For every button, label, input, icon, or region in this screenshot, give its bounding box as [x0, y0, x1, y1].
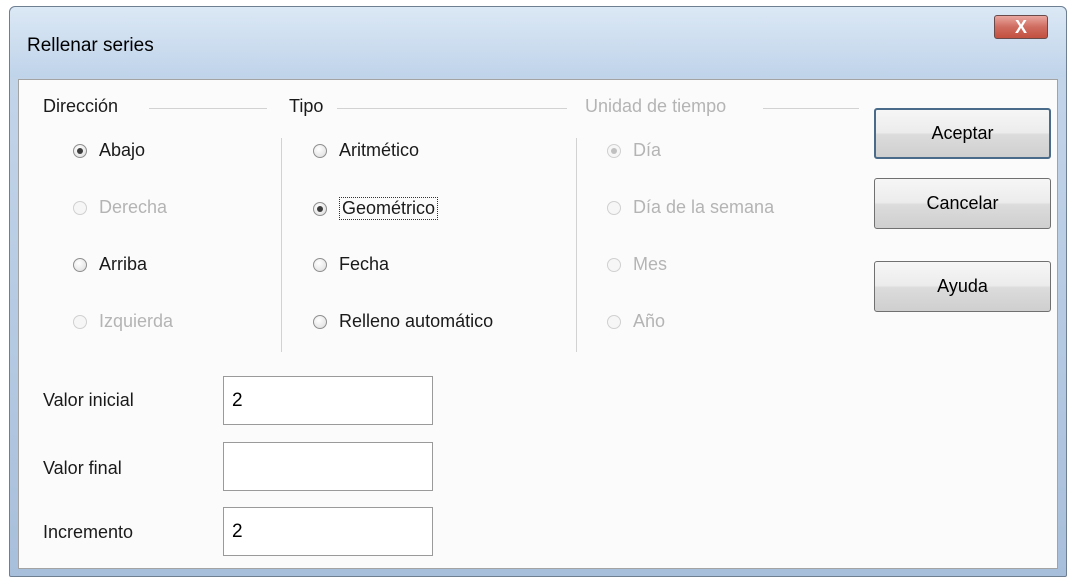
radio-direction-left[interactable]: Izquierda: [73, 311, 173, 332]
radio-label: Abajo: [99, 140, 146, 160]
radio-label: Día de la semana: [633, 197, 775, 217]
type-separator: [337, 108, 567, 109]
help-button[interactable]: Ayuda: [874, 261, 1051, 312]
radio-icon: [313, 257, 327, 272]
direction-type-divider: [281, 138, 282, 352]
radio-label: Geométrico: [339, 197, 439, 220]
radio-type-autofill[interactable]: Relleno automático: [313, 311, 493, 332]
radio-icon: [313, 143, 327, 158]
dialog-title: Rellenar series: [27, 35, 154, 56]
end-value-input[interactable]: [223, 442, 433, 491]
radio-unit-month[interactable]: Mes: [607, 254, 667, 275]
radio-label: Arriba: [99, 254, 148, 274]
increment-label: Incremento: [43, 522, 134, 542]
radio-unit-year[interactable]: Año: [607, 311, 665, 332]
radio-icon: [607, 314, 621, 329]
close-button[interactable]: X: [994, 15, 1048, 39]
direction-separator: [149, 108, 267, 109]
radio-type-date[interactable]: Fecha: [313, 254, 389, 275]
end-value-label: Valor final: [43, 458, 122, 478]
start-value-label: Valor inicial: [43, 390, 134, 410]
radio-label: Aritmético: [339, 140, 420, 160]
time-unit-separator: [763, 108, 859, 109]
radio-direction-up[interactable]: Arriba: [73, 254, 147, 275]
fill-series-dialog: Rellenar series X Dirección Abajo Derech…: [9, 6, 1067, 577]
radio-label: Derecha: [99, 197, 168, 217]
radio-icon: [607, 200, 621, 215]
accept-button[interactable]: Aceptar: [874, 108, 1051, 159]
time-unit-group-label: Unidad de tiempo: [585, 96, 727, 116]
close-icon: X: [1014, 17, 1027, 37]
radio-unit-day[interactable]: Día: [607, 140, 661, 161]
radio-checked-icon: [607, 143, 621, 158]
radio-unit-weekday[interactable]: Día de la semana: [607, 197, 774, 218]
radio-label: Día: [633, 140, 662, 160]
radio-label: Relleno automático: [339, 311, 494, 331]
cancel-button[interactable]: Cancelar: [874, 178, 1051, 229]
type-group-label: Tipo: [289, 96, 324, 116]
increment-input[interactable]: 2: [223, 507, 433, 556]
radio-type-geometric[interactable]: Geométrico: [313, 197, 439, 220]
dialog-body: Dirección Abajo Derecha Arriba Izquierda…: [18, 79, 1058, 569]
radio-direction-right[interactable]: Derecha: [73, 197, 167, 218]
radio-icon: [313, 314, 327, 329]
radio-icon: [607, 257, 621, 272]
type-unit-divider: [576, 138, 577, 352]
radio-icon: [73, 257, 87, 272]
radio-checked-icon: [313, 201, 327, 216]
radio-label: Izquierda: [99, 311, 174, 331]
radio-checked-icon: [73, 143, 87, 158]
radio-label: Mes: [633, 254, 668, 274]
radio-type-arithmetic[interactable]: Aritmético: [313, 140, 419, 161]
radio-icon: [73, 200, 87, 215]
title-bar[interactable]: Rellenar series X: [10, 7, 1066, 77]
radio-direction-down[interactable]: Abajo: [73, 140, 145, 161]
start-value-input[interactable]: 2: [223, 376, 433, 425]
radio-label: Año: [633, 311, 666, 331]
radio-label: Fecha: [339, 254, 390, 274]
direction-group-label: Dirección: [43, 96, 119, 116]
radio-icon: [73, 314, 87, 329]
